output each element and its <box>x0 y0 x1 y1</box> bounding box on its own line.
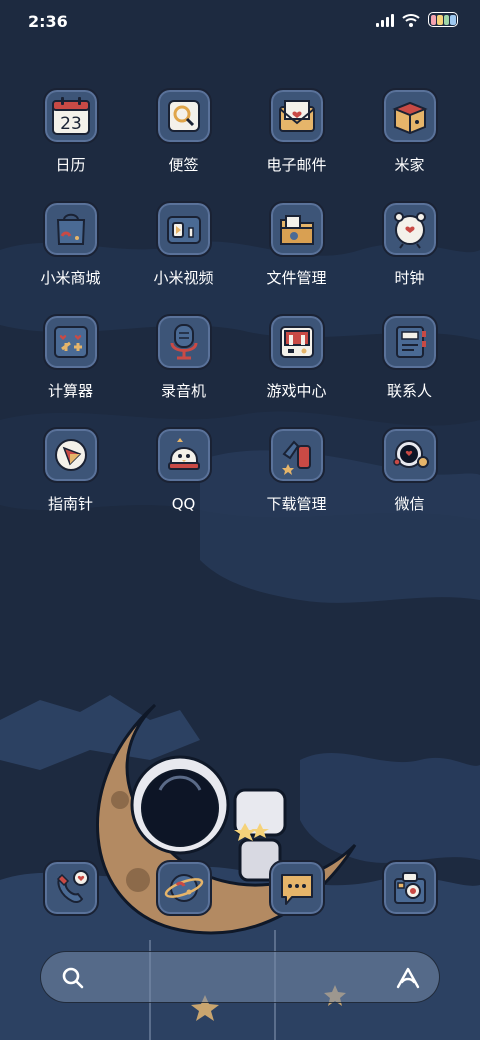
game-icon[interactable] <box>268 314 325 370</box>
app-label: 便签 <box>168 156 199 174</box>
mijia-icon[interactable] <box>381 88 438 144</box>
app-label: 游戏中心 <box>266 382 327 400</box>
app-calculator[interactable]: 计算器 <box>14 314 127 401</box>
search-bar[interactable] <box>40 951 440 1003</box>
download-icon[interactable] <box>268 427 325 483</box>
app-downloads[interactable]: 下载管理 <box>240 427 353 514</box>
battery-cell <box>443 14 449 25</box>
shop-icon[interactable] <box>42 201 99 257</box>
battery-cell <box>430 14 436 25</box>
app-label: 时钟 <box>394 269 425 287</box>
app-label: 联系人 <box>386 382 432 400</box>
app-wechat[interactable]: 微信 <box>353 427 466 514</box>
dock-browser[interactable] <box>127 860 240 916</box>
signal-icon <box>376 13 394 27</box>
dock-camera[interactable] <box>353 860 466 916</box>
assistant-icon[interactable] <box>395 966 421 990</box>
app-label: 录音机 <box>160 382 206 400</box>
battery-cell <box>450 14 456 25</box>
calendar-day: 23 <box>60 114 82 134</box>
app-shop[interactable]: 小米商城 <box>14 201 127 288</box>
video-icon[interactable] <box>155 201 212 257</box>
email-icon[interactable] <box>268 88 325 144</box>
app-files[interactable]: 文件管理 <box>240 201 353 288</box>
camera-icon[interactable] <box>381 860 438 916</box>
search-icon[interactable] <box>61 966 85 990</box>
app-qq[interactable]: QQ <box>127 427 240 514</box>
app-label: 米家 <box>394 156 425 174</box>
phone-icon[interactable] <box>42 860 99 916</box>
dock-messages[interactable] <box>240 860 353 916</box>
app-label: 小米商城 <box>40 269 101 287</box>
app-label: 指南针 <box>47 495 93 513</box>
app-label: 微信 <box>394 495 425 513</box>
app-notes[interactable]: 便签 <box>127 88 240 175</box>
wechat-icon[interactable] <box>381 427 438 483</box>
wifi-icon <box>402 13 420 27</box>
app-label: 计算器 <box>47 382 93 400</box>
app-label: 日历 <box>55 156 86 174</box>
dock <box>14 860 466 916</box>
app-label: 下载管理 <box>266 495 327 513</box>
notes-icon[interactable] <box>155 88 212 144</box>
app-label: 文件管理 <box>266 269 327 287</box>
folder-icon[interactable] <box>268 201 325 257</box>
app-clock[interactable]: 时钟 <box>353 201 466 288</box>
app-label: 电子邮件 <box>266 156 327 174</box>
app-video[interactable]: 小米视频 <box>127 201 240 288</box>
browser-icon[interactable] <box>155 860 212 916</box>
dock-phone[interactable] <box>14 860 127 916</box>
compass-icon[interactable] <box>42 427 99 483</box>
app-contacts[interactable]: 联系人 <box>353 314 466 401</box>
status-icons <box>376 12 458 27</box>
battery-icon <box>428 12 458 27</box>
app-grid: 23 日历 便签 电子邮件 米家 小米商城 小米视频 文件管理 时钟 计算器 录… <box>14 88 466 514</box>
app-compass[interactable]: 指南针 <box>14 427 127 514</box>
status-time: 2:36 <box>28 12 68 31</box>
calendar-icon[interactable]: 23 <box>42 88 99 144</box>
recorder-icon[interactable] <box>155 314 212 370</box>
app-email[interactable]: 电子邮件 <box>240 88 353 175</box>
contacts-icon[interactable] <box>381 314 438 370</box>
battery-cell <box>437 14 443 25</box>
app-label: 小米视频 <box>153 269 214 287</box>
qq-icon[interactable] <box>155 427 212 483</box>
app-recorder[interactable]: 录音机 <box>127 314 240 401</box>
clock-icon[interactable] <box>381 201 438 257</box>
app-label: QQ <box>171 495 196 513</box>
app-game-center[interactable]: 游戏中心 <box>240 314 353 401</box>
calculator-icon[interactable] <box>42 314 99 370</box>
app-calendar[interactable]: 23 日历 <box>14 88 127 175</box>
messages-icon[interactable] <box>268 860 325 916</box>
status-bar: 2:36 <box>0 0 480 44</box>
app-mijia[interactable]: 米家 <box>353 88 466 175</box>
